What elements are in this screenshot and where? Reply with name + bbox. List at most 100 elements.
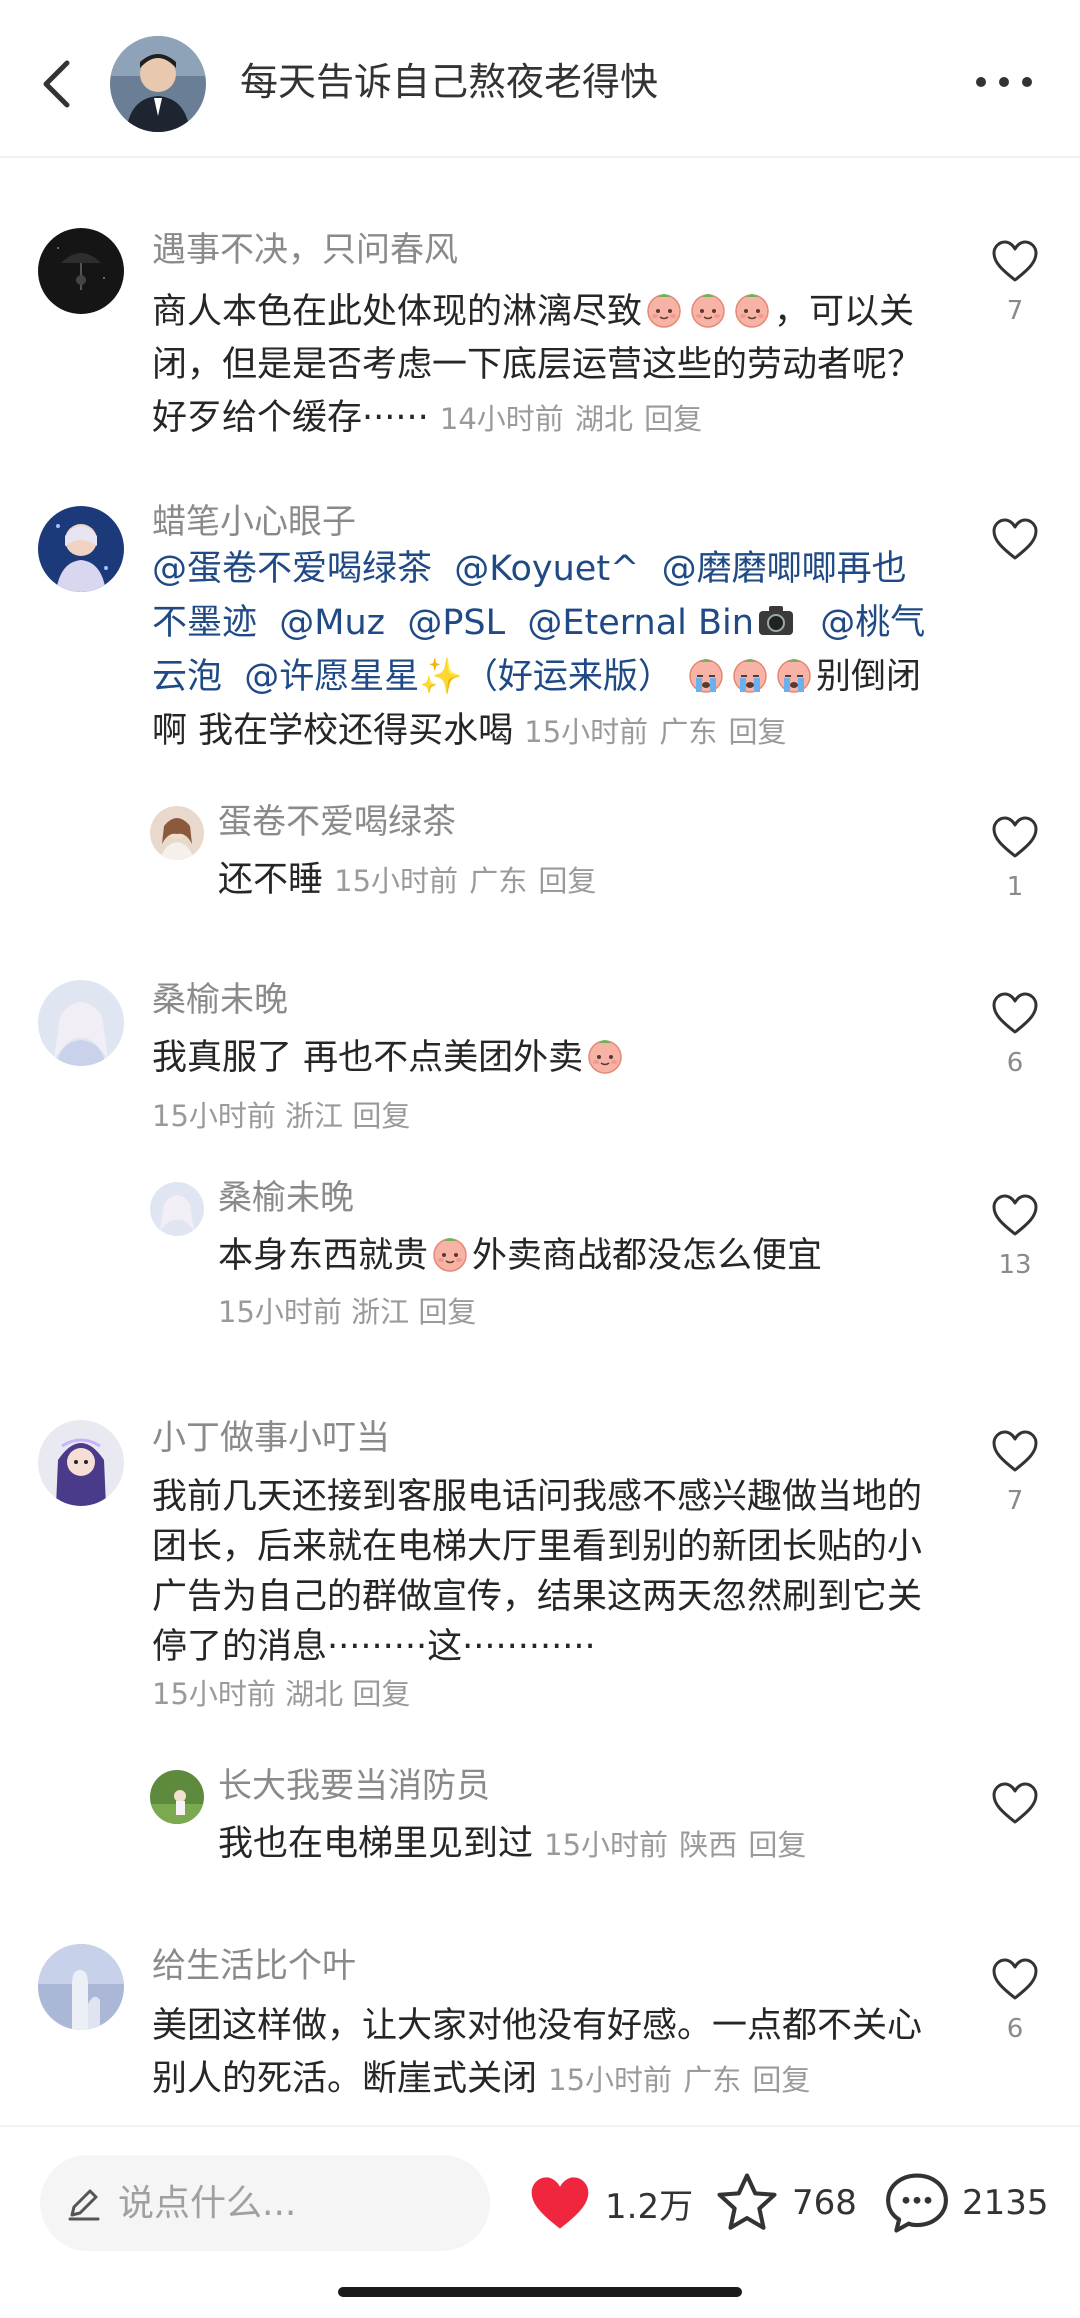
comment-location: 湖北 [574,402,633,436]
like-count: 7 [1006,296,1024,326]
heart-outline-icon [992,1430,1038,1472]
top-bar: 每天告诉自己熬夜老得快 [0,0,1080,158]
mention-link[interactable]: @PSL [407,603,505,643]
like-button[interactable]: 7 [980,1428,1050,1516]
reply-button[interactable]: 回复 [752,2063,810,2097]
comment-input-box[interactable] [40,2155,490,2251]
comment-time: 15小时前 [548,2063,673,2097]
like-stat-button[interactable]: 1.2万 [525,2171,693,2235]
user-avatar[interactable] [38,228,124,314]
comment-time: 15小时前 [524,715,649,749]
comment-text[interactable]: 商人本色在此处体现的淋漓尽致 ，可以关闭，但是是否考虑一下底层运营这些的劳动者呢？… [152,286,932,446]
comment-text[interactable]: 本身东西就贵 外卖商战都没怎么便宜 [218,1230,938,1283]
pencil-icon [68,2189,100,2221]
mention-link[interactable]: @蛋卷不爱喝绿茶 [152,549,432,589]
comment-text[interactable]: @蛋卷不爱喝绿茶 @Koyuet^ @磨磨唧唧再也不墨迹 @Muz @PSL @… [152,542,932,759]
comment-text[interactable]: 我真服了 再也不点美团外卖 [152,1032,932,1085]
heart-outline-icon [992,992,1038,1034]
username[interactable]: 蜡笔小心眼子 [152,500,356,544]
comment-location: 陕西 [679,1828,738,1862]
like-total: 1.2万 [605,2186,694,2227]
username[interactable]: 小丁做事小叮当 [152,1416,390,1460]
heart-outline-icon [992,240,1038,282]
user-avatar[interactable] [150,1770,204,1824]
reply-button[interactable]: 回复 [728,715,786,749]
like-button[interactable]: 1 [980,814,1050,902]
like-count: 7 [1006,1486,1024,1516]
user-avatar[interactable] [150,1182,204,1236]
comment-stat-button[interactable]: 2135 [882,2171,1049,2235]
user-avatar[interactable] [38,1944,124,2030]
back-button[interactable] [28,52,84,116]
heart-filled-icon [531,2177,589,2229]
like-button[interactable]: 7 [980,238,1050,326]
more-options-button[interactable] [964,56,1044,108]
heart-outline-icon [992,1958,1038,2000]
peach-emoji [647,293,681,328]
comment-text[interactable]: 我前几天还接到客服电话问我感不感兴趣做当地的团长，后来就在电梯大厅里看到别的新团… [152,1472,932,1672]
comment-text[interactable]: 美团这样做，让大家对他没有好感。一点都不关心别人的死活。断崖式关闭 15小时前 … [152,2000,932,2107]
reply-button[interactable]: 回复 [748,1828,806,1862]
like-button[interactable] [980,1780,1050,1826]
comment-time: 15小时前 [218,1295,342,1329]
comment-text[interactable]: 我也在电梯里见到过 15小时前 陕西 回复 [218,1818,938,1872]
comment-location: 浙江 [285,1099,344,1133]
comment-total: 2135 [962,2183,1049,2223]
like-button[interactable]: 6 [980,990,1050,1078]
like-button[interactable]: 13 [980,1192,1050,1280]
peach-emoji [735,293,769,328]
username[interactable]: 给生活比个叶 [152,1944,356,1988]
comment-meta: 15小时前 浙江 回复 [218,1290,476,1334]
comment-meta: 15小时前 浙江 回复 [152,1094,410,1138]
reply-button[interactable]: 回复 [644,402,702,436]
camera-icon [758,606,793,635]
user-avatar[interactable] [38,980,124,1066]
comment-location: 广东 [469,864,528,898]
mention-link[interactable]: @Muz [279,603,385,643]
reply-button[interactable]: 回复 [418,1295,476,1329]
star-outline-icon [717,2173,777,2230]
like-count: 6 [1006,1048,1024,1078]
user-avatar[interactable] [38,1420,124,1506]
comment-meta: 15小时前 湖北 回复 [152,1672,410,1716]
peach-crying-emoji [733,658,768,693]
username[interactable]: 长大我要当消防员 [218,1764,490,1808]
comment-text[interactable]: 还不睡 15小时前 广东 回复 [218,854,938,908]
comment-list[interactable]: 遇事不决，只问春风 商人本色在此处体现的淋漓尽致 ，可以关闭，但是是否考虑一下底层… [0,160,1080,2125]
like-button[interactable] [980,516,1050,562]
username[interactable]: 遇事不决，只问春风 [152,228,458,272]
username[interactable]: 桑榆未晚 [152,978,288,1022]
chevron-left-icon [43,60,70,108]
comment-input[interactable] [118,2182,448,2224]
chat-bubble-icon [886,2173,948,2233]
peach-emoji [433,1237,467,1272]
username[interactable]: 桑榆未晚 [218,1176,354,1220]
dot-icon [976,77,986,87]
peach-crying-emoji [777,658,812,693]
home-indicator[interactable] [338,2287,742,2297]
author-avatar[interactable] [110,36,206,132]
mention-link[interactable]: @许愿星星✨（好运来版） [244,657,673,697]
username[interactable]: 蛋卷不爱喝绿茶 [218,800,456,844]
comment-location: 浙江 [351,1295,410,1329]
mention-link[interactable]: @Eternal Bin [527,603,754,643]
page-title: 每天告诉自己熬夜老得快 [240,60,659,104]
reply-button[interactable]: 回复 [352,1099,410,1133]
peach-crying-emoji [689,658,724,693]
user-avatar[interactable] [38,506,124,592]
heart-outline-icon [992,518,1038,560]
favorite-total: 768 [792,2183,857,2223]
heart-outline-icon [992,816,1038,858]
heart-outline-icon [992,1782,1038,1824]
peach-emoji [691,293,725,328]
user-avatar[interactable] [150,806,204,860]
heart-outline-icon [992,1194,1038,1236]
reply-button[interactable]: 回复 [352,1677,410,1711]
like-button[interactable]: 6 [980,1956,1050,2044]
favorite-stat-button[interactable]: 768 [712,2171,857,2235]
like-count: 1 [1006,872,1024,902]
mention-link[interactable]: @Koyuet^ [454,549,639,589]
like-count: 6 [1006,2014,1024,2044]
reply-button[interactable]: 回复 [538,864,596,898]
bottom-action-bar: 1.2万 768 2135 [0,2125,1080,2318]
